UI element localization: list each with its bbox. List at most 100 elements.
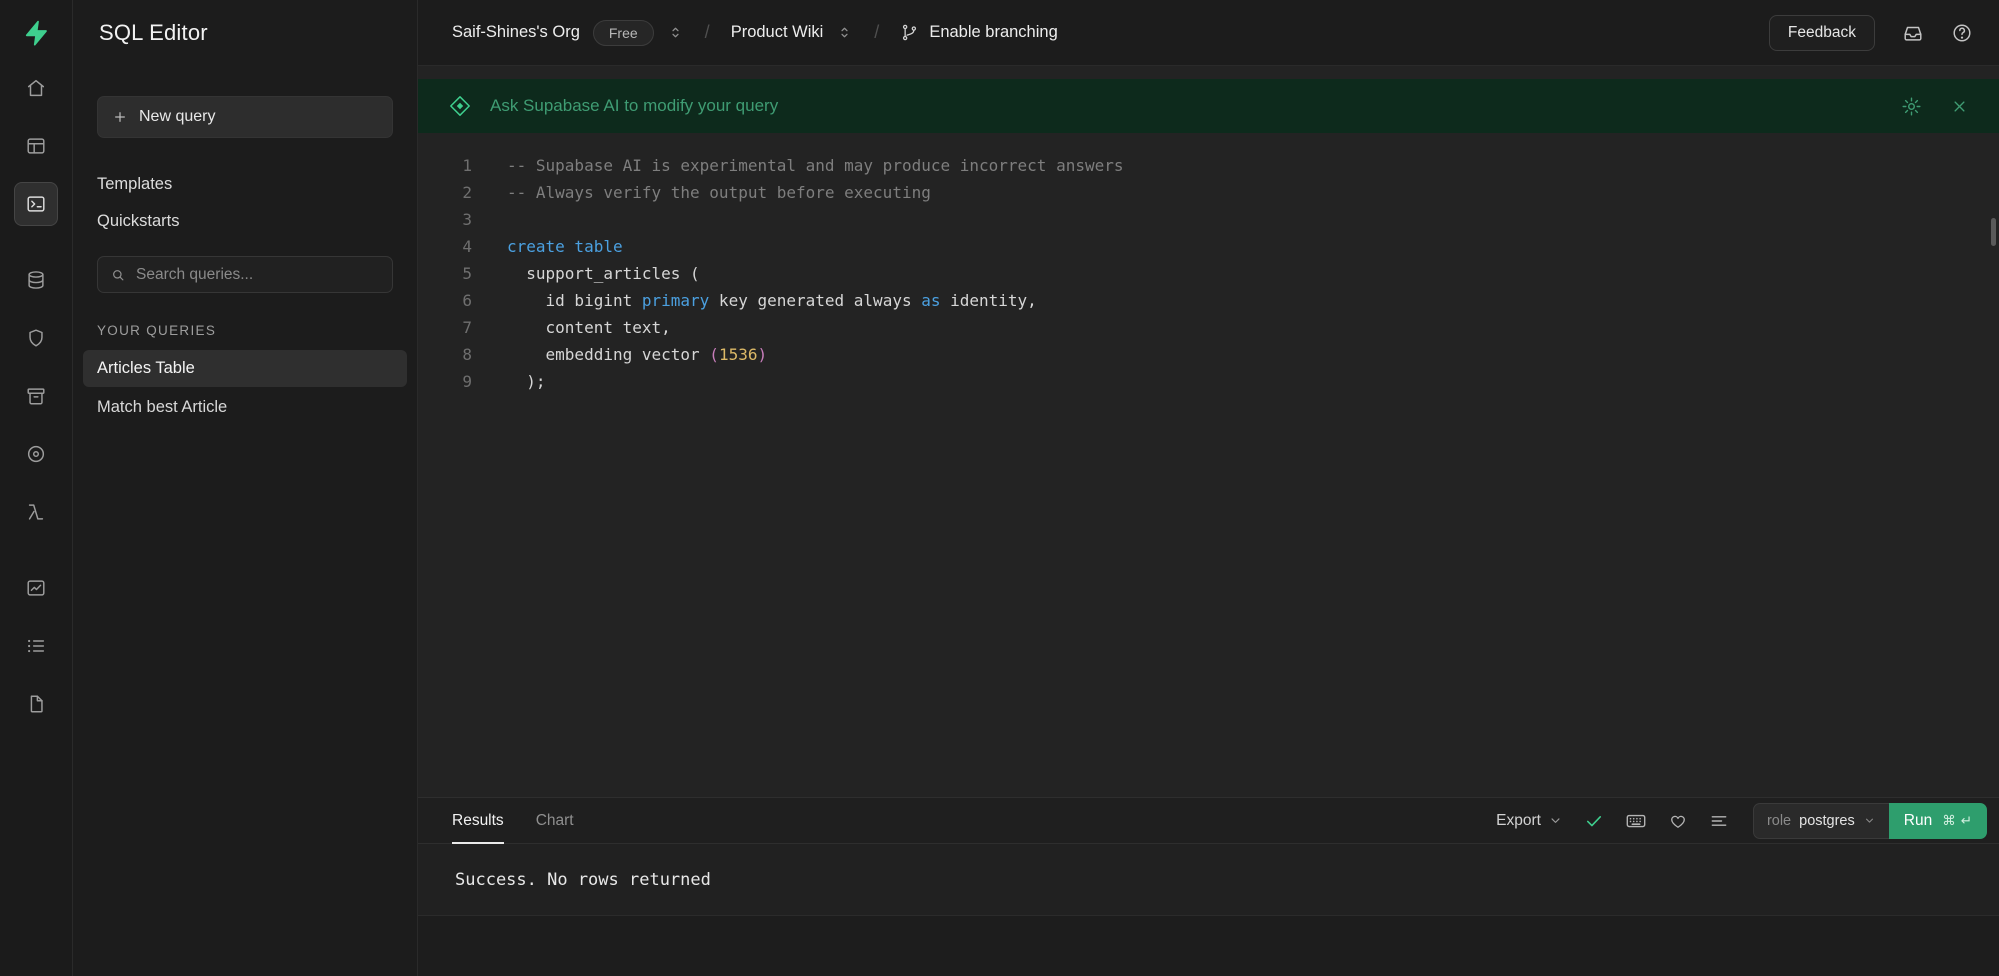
org-selector[interactable]: Saif-Shines's Org — [452, 23, 580, 42]
ai-prompt-input[interactable] — [490, 96, 1883, 116]
inbox-icon[interactable] — [1902, 22, 1924, 44]
role-selector[interactable]: role postgres — [1753, 803, 1889, 839]
code-line: 3 — [418, 206, 1999, 233]
git-branch-icon — [900, 23, 919, 42]
code-token: key generated always — [709, 291, 921, 310]
org-chevron-selector-icon[interactable] — [667, 24, 684, 41]
line-number: 6 — [418, 287, 472, 314]
editor-scrollbar-thumb[interactable] — [1991, 218, 1996, 246]
page-title: SQL Editor — [99, 20, 208, 46]
sql-editor-icon[interactable] — [14, 182, 58, 226]
results-toolbar: Results Chart Export — [418, 797, 1999, 844]
table-editor-icon[interactable] — [14, 124, 58, 168]
search-queries-input[interactable] — [136, 266, 380, 284]
code-line: 7 content text, — [418, 314, 1999, 341]
top-bar: Saif-Shines's Org Free / Product Wiki / … — [418, 0, 1999, 66]
role-label: role — [1767, 813, 1791, 829]
code-token: ( — [709, 345, 719, 364]
query-valid-check-icon[interactable] — [1584, 811, 1604, 831]
code-token: support_articles ( — [507, 264, 700, 283]
export-button[interactable]: Export — [1496, 812, 1563, 830]
database-icon[interactable] — [14, 258, 58, 302]
sidebar-item-quickstarts[interactable]: Quickstarts — [97, 203, 393, 240]
command-key-glyph: ⌘ — [1942, 813, 1956, 829]
main-area: Saif-Shines's Org Free / Product Wiki / … — [418, 0, 1999, 976]
project-selector[interactable]: Product Wiki — [731, 23, 824, 42]
code-token: identity, — [940, 291, 1036, 310]
logs-icon[interactable] — [14, 624, 58, 668]
query-list: Articles Table Match best Article — [83, 350, 407, 426]
code-line: 2 -- Always verify the output before exe… — [418, 179, 1999, 206]
storage-icon[interactable] — [14, 374, 58, 418]
role-value: postgres — [1799, 813, 1855, 829]
sidebar-item-templates[interactable]: Templates — [97, 166, 393, 203]
line-number: 9 — [418, 368, 472, 395]
breadcrumb-separator: / — [705, 22, 710, 43]
line-number: 8 — [418, 341, 472, 368]
code-editor[interactable]: 1 -- Supabase AI is experimental and may… — [418, 133, 1999, 797]
code-token: ) — [757, 345, 767, 364]
line-number: 5 — [418, 260, 472, 287]
code-line: 4 create table — [418, 233, 1999, 260]
enter-key-glyph: ↵ — [1961, 813, 1972, 829]
api-docs-icon[interactable] — [14, 682, 58, 726]
ai-settings-gear-icon[interactable] — [1901, 96, 1922, 117]
supabase-ai-icon — [448, 94, 472, 118]
feedback-button[interactable]: Feedback — [1769, 15, 1875, 51]
edge-functions-icon[interactable] — [14, 490, 58, 534]
query-item-articles-table[interactable]: Articles Table — [83, 350, 407, 387]
ai-assistant-banner — [418, 79, 1999, 133]
code-token: content text, — [507, 318, 671, 337]
plan-badge[interactable]: Free — [593, 20, 654, 46]
project-chevron-selector-icon[interactable] — [836, 24, 853, 41]
code-token: -- Supabase AI is experimental and may p… — [507, 156, 1124, 175]
code-line: 5 support_articles ( — [418, 260, 1999, 287]
home-icon[interactable] — [14, 66, 58, 110]
line-number: 1 — [418, 152, 472, 179]
help-icon[interactable] — [1951, 22, 1973, 44]
sidebar-header: SQL Editor — [73, 0, 417, 66]
run-shortcut-hint: ⌘ ↵ — [1942, 813, 1972, 829]
code-line: 9 ); — [418, 368, 1999, 395]
code-line: 1 -- Supabase AI is experimental and may… — [418, 152, 1999, 179]
run-label: Run — [1904, 812, 1932, 830]
keyboard-shortcuts-icon[interactable] — [1625, 810, 1647, 832]
search-queries-box — [97, 256, 393, 293]
code-token: id bigint — [507, 291, 642, 310]
breadcrumb-separator: / — [874, 22, 879, 43]
line-number: 7 — [418, 314, 472, 341]
new-query-button[interactable]: New query — [97, 96, 393, 138]
enable-branching-button[interactable]: Enable branching — [900, 23, 1057, 42]
results-status-row: Success. No rows returned — [418, 844, 1999, 916]
new-query-label: New query — [139, 108, 215, 126]
query-item-match-best-article[interactable]: Match best Article — [83, 389, 407, 426]
code-token: embedding vector — [507, 345, 709, 364]
line-number: 3 — [418, 206, 472, 233]
auth-icon[interactable] — [14, 316, 58, 360]
code-line: 8 embedding vector (1536) — [418, 341, 1999, 368]
close-banner-icon[interactable] — [1950, 97, 1969, 116]
format-sql-icon[interactable] — [1709, 811, 1729, 831]
supabase-logo[interactable] — [0, 0, 72, 66]
search-icon — [110, 267, 126, 283]
integrations-icon[interactable] — [14, 432, 58, 476]
line-number: 4 — [418, 233, 472, 260]
reports-icon[interactable] — [14, 566, 58, 610]
code-token: create table — [507, 237, 623, 256]
code-token: as — [921, 291, 940, 310]
export-label: Export — [1496, 812, 1541, 830]
results-panel: Results Chart Export — [418, 797, 1999, 976]
chevron-down-icon — [1863, 814, 1876, 827]
run-query-button[interactable]: Run ⌘ ↵ — [1889, 803, 1987, 839]
icon-rail — [0, 0, 73, 976]
code-token: -- Always verify the output before execu… — [507, 183, 931, 202]
sql-editor-pane: 1 -- Supabase AI is experimental and may… — [418, 66, 1999, 797]
code-token: primary — [642, 291, 709, 310]
code-line: 6 id bigint primary key generated always… — [418, 287, 1999, 314]
success-message: Success. No rows returned — [455, 870, 711, 890]
chevron-down-icon — [1548, 813, 1563, 828]
tab-results[interactable]: Results — [452, 798, 504, 843]
favorite-heart-icon[interactable] — [1668, 811, 1688, 831]
tab-chart[interactable]: Chart — [536, 798, 574, 843]
code-token: ); — [507, 372, 546, 391]
